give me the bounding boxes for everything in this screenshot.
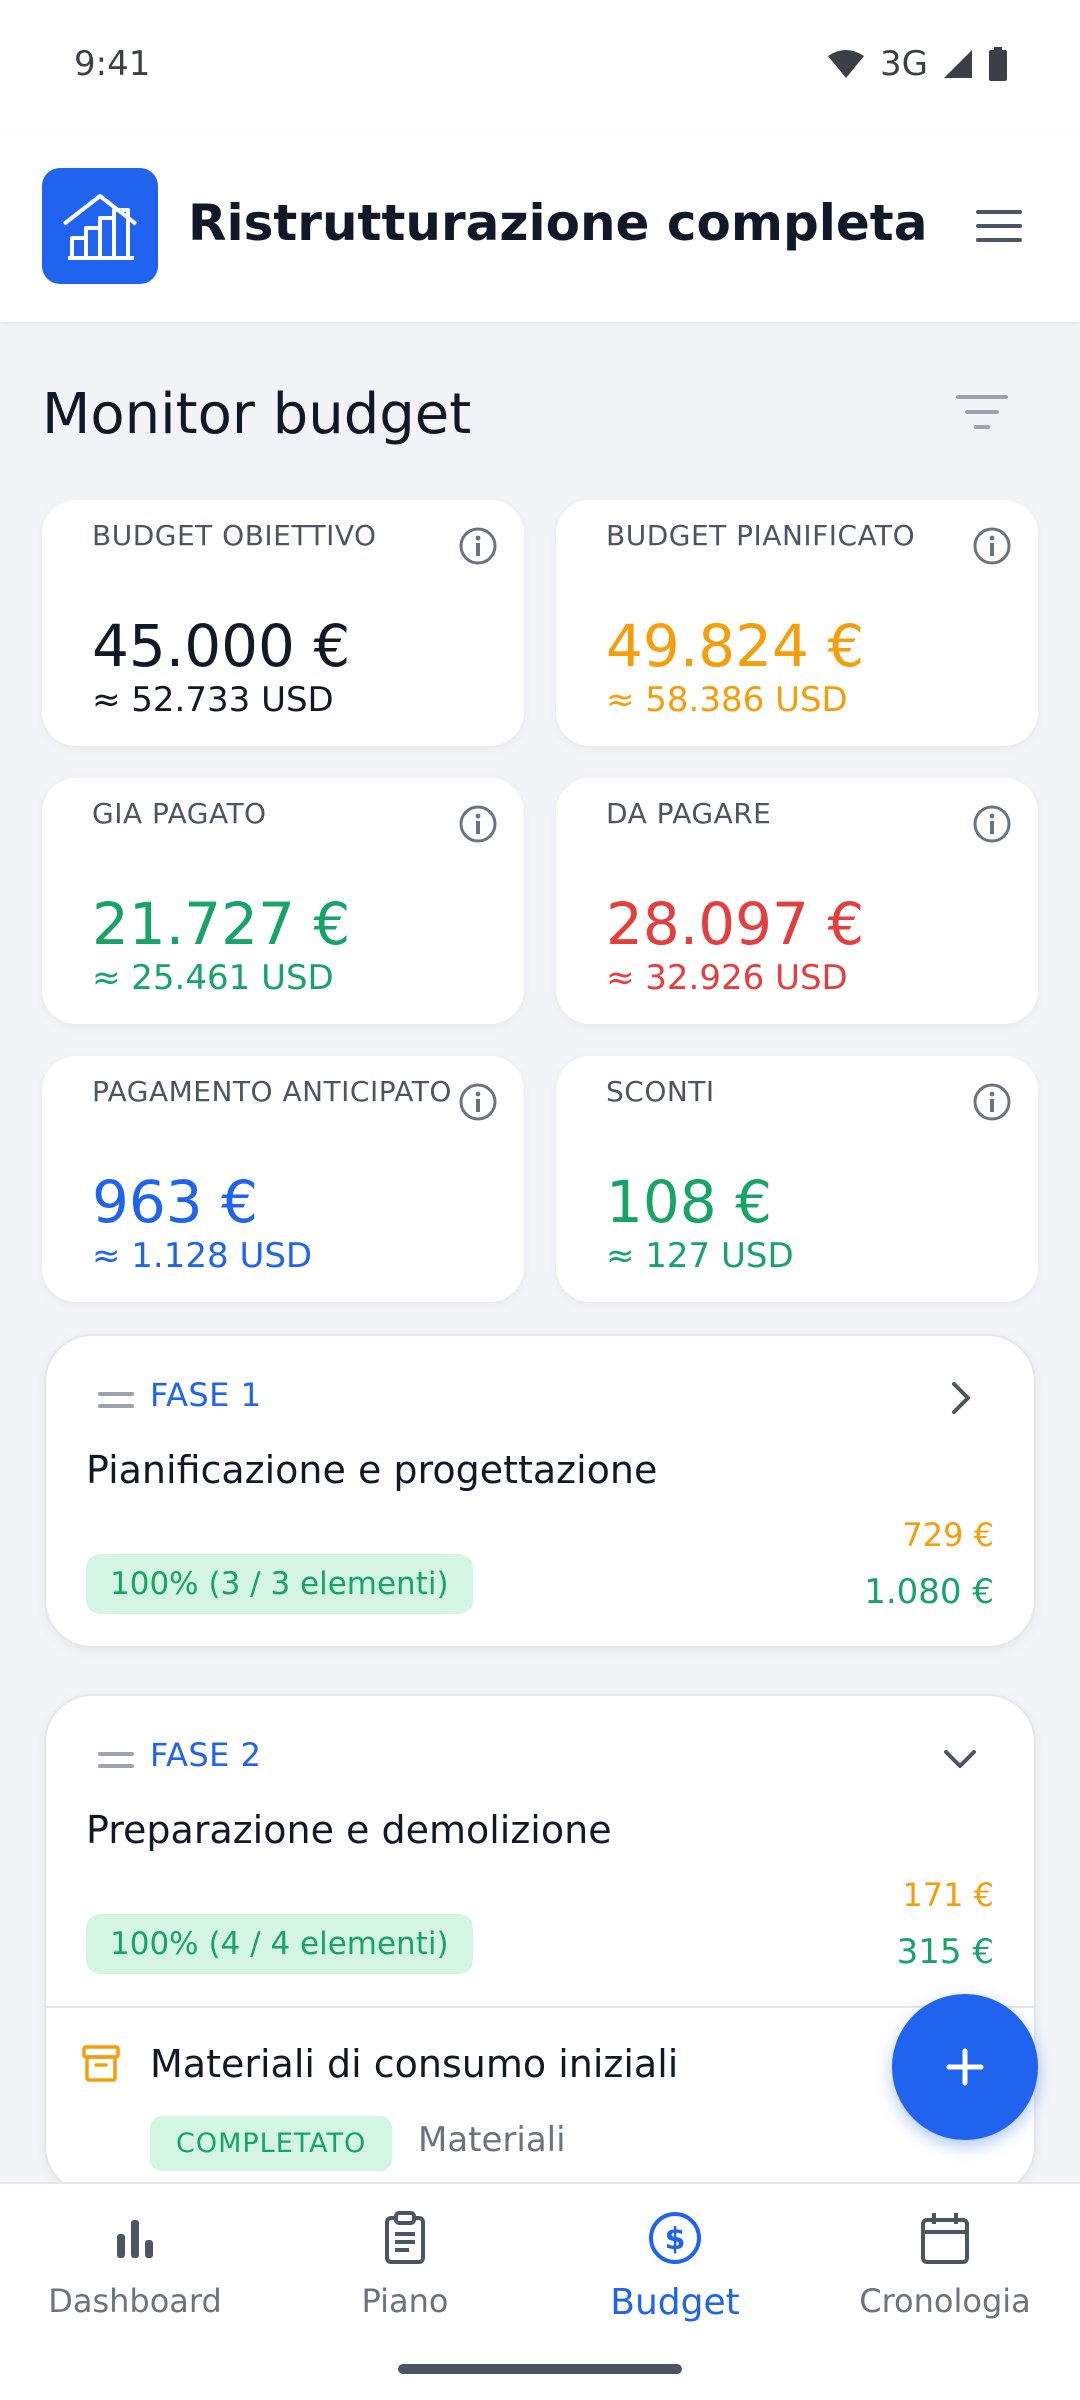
progress-badge: 100% (4 / 4 elementi)	[86, 1914, 473, 1974]
archive-box-icon	[82, 2045, 120, 2082]
card-label: SCONTI	[606, 1075, 715, 1108]
info-icon[interactable]	[458, 804, 498, 844]
card-value: 28.097 €	[606, 890, 865, 958]
add-button[interactable]	[892, 1994, 1038, 2140]
phase-title: Preparazione e demolizione	[86, 1808, 612, 1852]
card-label: PAGAMENTO ANTICIPATO	[92, 1075, 452, 1108]
chevron-down-icon[interactable]	[940, 1738, 980, 1778]
status-badge: COMPLETATO	[150, 2116, 393, 2171]
app-bar: Ristrutturazione completa	[0, 130, 1080, 322]
calendar-icon	[921, 2213, 969, 2264]
phase-label: FASE 1	[150, 1376, 262, 1414]
card-label: DA PAGARE	[606, 797, 772, 830]
status-bar: 9:41 3G	[0, 0, 1080, 130]
nav-label: Piano	[361, 2282, 449, 2320]
info-icon[interactable]	[458, 526, 498, 566]
card-label: GIA PAGATO	[92, 797, 267, 830]
phase-label: FASE 2	[150, 1736, 262, 1774]
card-value: 45.000 €	[92, 612, 351, 680]
card-da-pagare[interactable]: DA PAGARE 28.097 € ≈ 32.926 USD	[556, 778, 1038, 1024]
phase-card-2[interactable]: FASE 2 Preparazione e demolizione 100% (…	[44, 1694, 1036, 2194]
nav-item-dashboard[interactable]: Dashboard	[0, 2208, 270, 2320]
card-sconti[interactable]: SCONTI 108 € ≈ 127 USD	[556, 1056, 1038, 1302]
phase-title: Pianificazione e progettazione	[86, 1448, 658, 1492]
app-title: Ristrutturazione completa	[188, 194, 928, 252]
nav-label: Cronologia	[859, 2282, 1031, 2320]
home-indicator	[398, 2364, 682, 2374]
card-usd-value: ≈ 127 USD	[606, 1236, 794, 1276]
card-usd-value: ≈ 1.128 USD	[92, 1236, 313, 1276]
nav-item-piano[interactable]: Piano	[270, 2208, 540, 2320]
status-time: 9:41	[74, 44, 151, 84]
phase-amount-paid: 1.080 €	[864, 1572, 994, 1612]
nav-label: Dashboard	[48, 2282, 222, 2320]
phase-amount-paid: 315 €	[896, 1932, 994, 1972]
signal-icon	[944, 50, 972, 78]
card-usd-value: ≈ 58.386 USD	[606, 680, 848, 720]
nav-label: Budget	[610, 2282, 740, 2323]
clipboard-icon	[385, 2211, 425, 2264]
phase-amount-planned: 729 €	[902, 1516, 994, 1554]
status-icons: 3G	[826, 44, 1008, 84]
progress-badge: 100% (3 / 3 elementi)	[86, 1554, 473, 1614]
card-value: 49.824 €	[606, 612, 865, 680]
info-icon[interactable]	[972, 804, 1012, 844]
card-usd-value: ≈ 32.926 USD	[606, 958, 848, 998]
card-budget-pianificato[interactable]: BUDGET PIANIFICATO 49.824 € ≈ 58.386 USD	[556, 500, 1038, 746]
card-value: 21.727 €	[92, 890, 351, 958]
svg-text:$: $	[665, 2222, 686, 2257]
plus-icon	[946, 2048, 984, 2086]
card-value: 108 €	[606, 1168, 773, 1236]
info-icon[interactable]	[972, 526, 1012, 566]
wifi-icon	[828, 50, 865, 78]
card-pagamento-anticipato[interactable]: PAGAMENTO ANTICIPATO 963 € ≈ 1.128 USD	[42, 1056, 524, 1302]
card-label: BUDGET OBIETTIVO	[92, 519, 377, 552]
info-icon[interactable]	[458, 1082, 498, 1122]
filter-icon[interactable]	[956, 395, 1008, 435]
card-value: 963 €	[92, 1168, 259, 1236]
divider	[46, 2006, 1034, 2008]
card-label: BUDGET PIANIFICATO	[606, 519, 916, 552]
app-logo-icon	[42, 168, 158, 284]
card-gia-pagato[interactable]: GIA PAGATO 21.727 € ≈ 25.461 USD	[42, 778, 524, 1024]
chevron-right-icon[interactable]	[940, 1378, 980, 1418]
info-icon[interactable]	[972, 1082, 1012, 1122]
phase-card-1[interactable]: FASE 1 Pianificazione e progettazione 10…	[44, 1334, 1036, 1648]
bar-chart-icon	[117, 2220, 153, 2258]
card-usd-value: ≈ 25.461 USD	[92, 958, 334, 998]
drag-handle-icon[interactable]	[98, 1392, 134, 1416]
menu-icon[interactable]	[976, 210, 1022, 242]
item-category: Materiali	[418, 2120, 566, 2160]
network-type: 3G	[880, 44, 928, 84]
phase-amount-planned: 171 €	[902, 1876, 994, 1914]
nav-item-cronologia[interactable]: Cronologia	[810, 2208, 1080, 2320]
battery-icon	[989, 47, 1007, 81]
page-title: Monitor budget	[42, 382, 472, 447]
drag-handle-icon[interactable]	[98, 1752, 134, 1776]
item-title[interactable]: Materiali di consumo iniziali	[150, 2042, 678, 2086]
nav-item-budget[interactable]: $ Budget	[540, 2208, 810, 2323]
card-usd-value: ≈ 52.733 USD	[92, 680, 334, 720]
card-budget-obiettivo[interactable]: BUDGET OBIETTIVO 45.000 € ≈ 52.733 USD	[42, 500, 524, 746]
dollar-circle-icon: $	[649, 2212, 701, 2264]
